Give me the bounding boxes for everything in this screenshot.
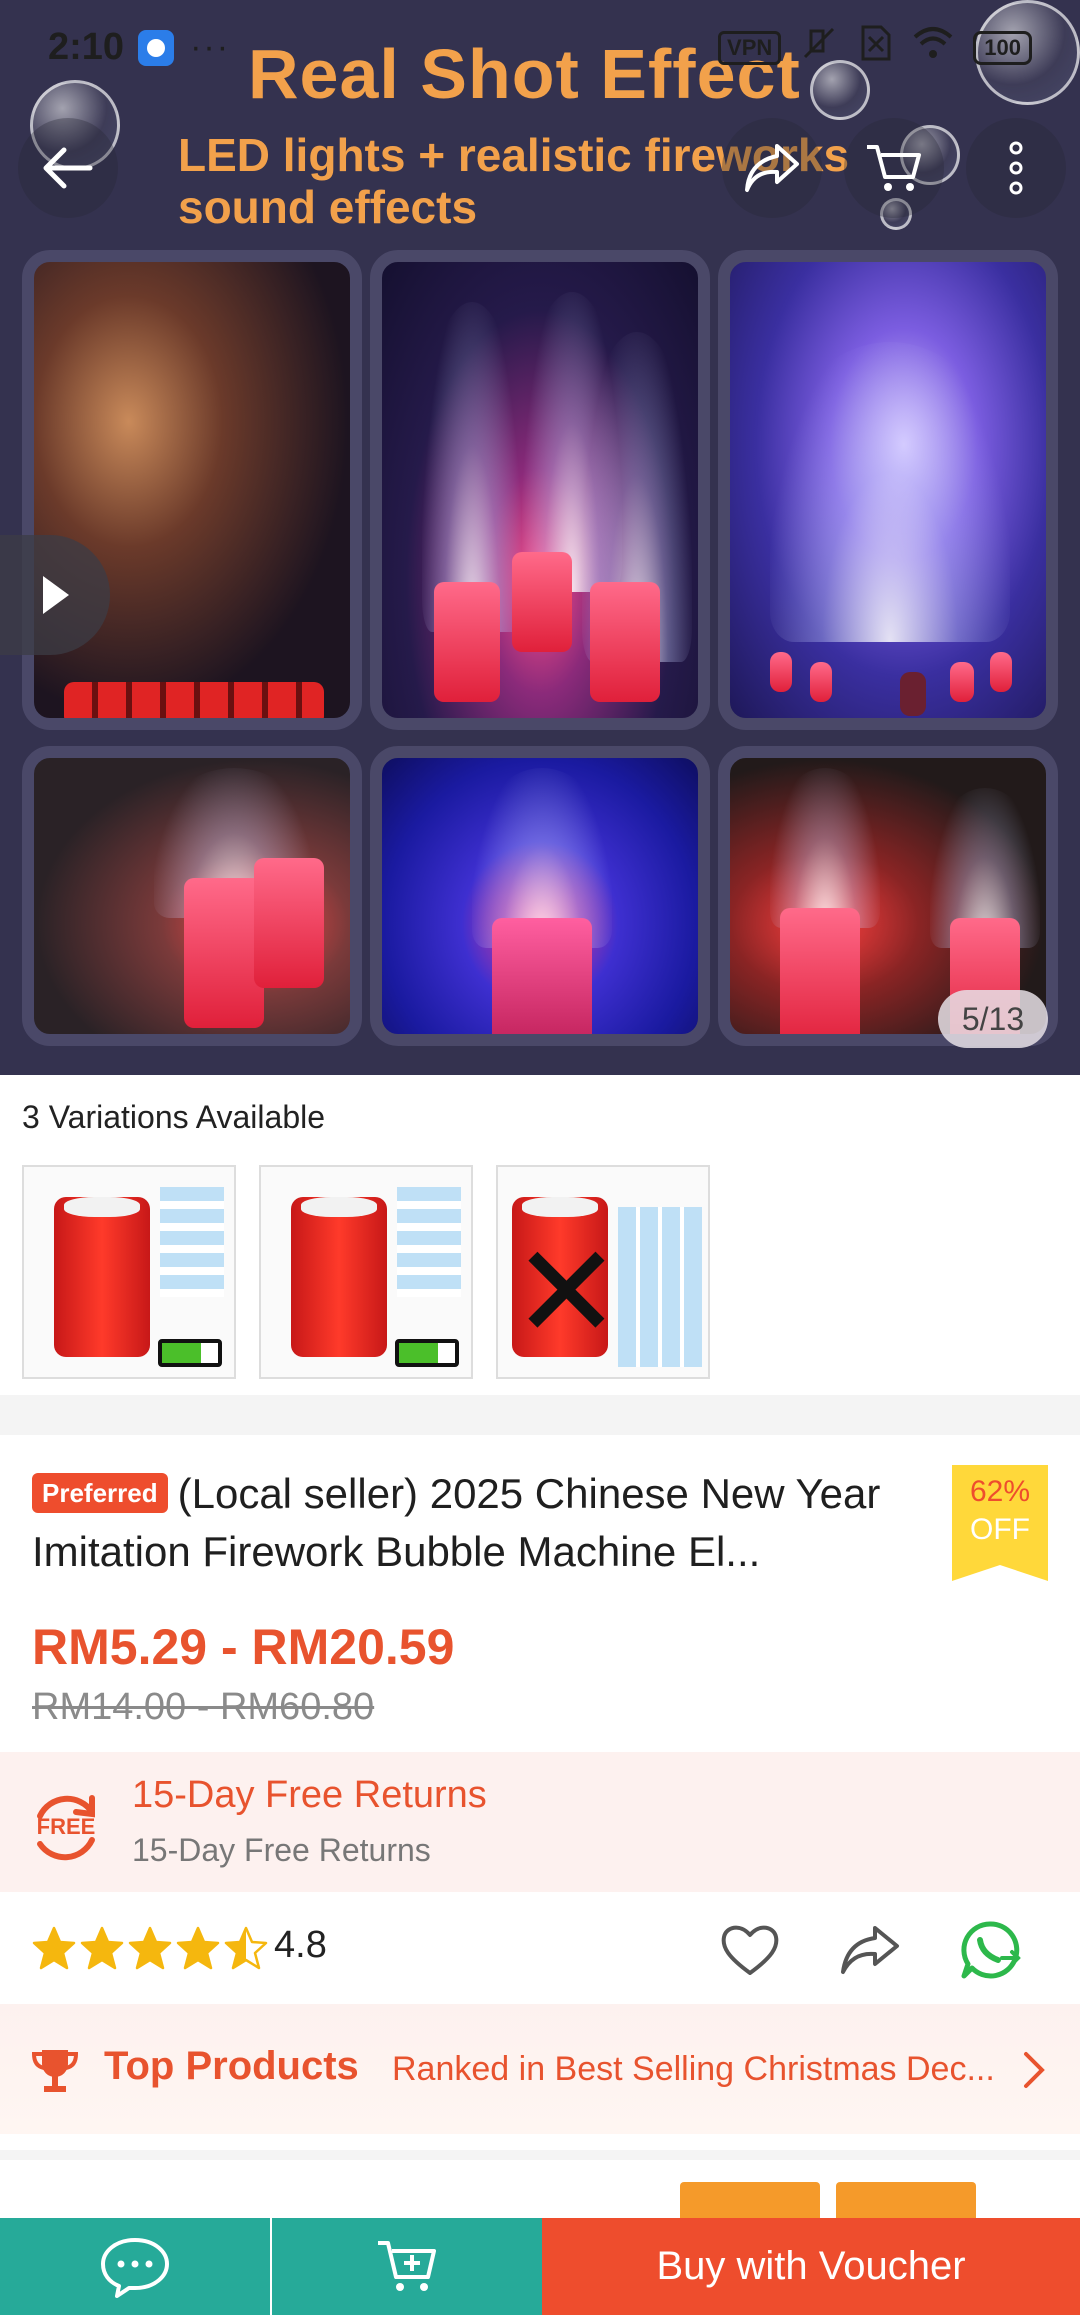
rating-value: 4.8 (274, 1924, 327, 1966)
bubble-pack-image (397, 1187, 461, 1297)
spare-bubble-packs-image (618, 1207, 702, 1367)
chevron-right-icon (1022, 2050, 1046, 2095)
whatsapp-icon (961, 1921, 1021, 1979)
discount-label: OFF (970, 1513, 1030, 1546)
shop-voucher-row[interactable] (0, 2150, 1080, 2222)
product-page: 2:10 ··· VPN 100 Real Shot Effect LED li… (0, 0, 1080, 2315)
more-options-button[interactable] (966, 118, 1066, 218)
variation-thumb-3[interactable]: ✕ (496, 1165, 710, 1379)
share-product-button[interactable] (838, 1918, 902, 1982)
back-button[interactable] (18, 118, 118, 218)
chat-button[interactable] (0, 2218, 270, 2315)
star-icon (80, 1926, 124, 1970)
trophy-icon (31, 2046, 79, 2101)
product-can-image (291, 1197, 387, 1357)
star-rating (32, 1926, 268, 1970)
wifi-icon (911, 25, 955, 71)
photo-tile (718, 250, 1058, 730)
photo-tile (370, 746, 710, 1046)
no-sim-icon (857, 23, 893, 73)
preferred-badge: Preferred (32, 1473, 168, 1513)
more-notifications-icon: ··· (190, 28, 231, 66)
free-icon-text: FREE (37, 1814, 96, 1839)
discount-badge: 62% OFF (952, 1465, 1048, 1581)
variations-title: 3 Variations Available (22, 1099, 326, 1135)
favorite-button[interactable] (718, 1918, 782, 1982)
image-counter: 5/13 (938, 990, 1048, 1048)
returns-subtitle: 15-Day Free Returns (132, 1832, 431, 1868)
top-products-label: Top Products (104, 2044, 359, 2088)
returns-title: 15-Day Free Returns (132, 1774, 487, 1816)
cart-icon (867, 145, 921, 191)
heart-icon (721, 1925, 779, 1975)
product-title: Preferred (Local seller) 2025 Chinese New… (32, 1465, 952, 1581)
product-can-image (54, 1197, 150, 1357)
star-icon (128, 1926, 172, 1970)
section-divider (0, 1395, 1080, 1435)
app-notification-icon (138, 29, 175, 66)
battery-icon: 100 (973, 30, 1032, 65)
photo-tile (22, 250, 362, 730)
mute-icon (799, 23, 839, 73)
back-arrow-icon (43, 147, 93, 189)
whatsapp-share-button[interactable] (958, 1918, 1022, 1982)
play-icon (43, 576, 69, 614)
photo-tile (370, 250, 710, 730)
hero-subtitle-line-2: sound effects (178, 181, 478, 233)
status-time: 2:10 (48, 26, 125, 68)
voucher-chip[interactable] (836, 2182, 976, 2222)
variations-section: 3 Variations Available ✕ (0, 1075, 1080, 1395)
share-icon (745, 144, 799, 192)
bubble-pack-image (160, 1187, 224, 1297)
add-to-cart-icon (378, 2240, 436, 2291)
share-button[interactable] (722, 118, 822, 218)
rating-row: 4.8 (0, 1892, 1080, 2004)
cart-button[interactable] (844, 118, 944, 218)
cross-mark-icon: ✕ (512, 1219, 621, 1365)
top-products-ranking: Ranked in Best Selling Christmas Dec... (392, 2050, 995, 2088)
bottom-action-bar: Buy with Voucher (0, 2218, 1080, 2315)
voucher-chip[interactable] (680, 2182, 820, 2222)
star-icon (224, 1926, 268, 1970)
variation-thumb-1[interactable] (22, 1165, 236, 1379)
variation-thumb-2[interactable] (259, 1165, 473, 1379)
free-returns-icon: FREE (26, 1786, 106, 1866)
share-arrow-icon (841, 1926, 899, 1974)
free-returns-banner[interactable]: FREE 15-Day Free Returns 15-Day Free Ret… (0, 1752, 1080, 1892)
top-products-banner[interactable]: Top Products Ranked in Best Selling Chri… (0, 2004, 1080, 2134)
battery-image (158, 1339, 222, 1367)
hero-image-gallery[interactable]: 2:10 ··· VPN 100 Real Shot Effect LED li… (0, 0, 1080, 1075)
battery-image (395, 1339, 459, 1367)
price-range: RM5.29 - RM20.59 (32, 1619, 455, 1675)
status-icons: VPN 100 (718, 23, 1032, 73)
status-bar: 2:10 ··· VPN 100 (0, 0, 1080, 95)
discount-percent: 62% (969, 1475, 1031, 1508)
star-icon (32, 1926, 76, 1970)
buy-with-voucher-button[interactable]: Buy with Voucher (542, 2218, 1080, 2315)
star-icon (176, 1926, 220, 1970)
vpn-icon: VPN (718, 30, 782, 65)
add-to-cart-button[interactable] (272, 2218, 542, 2315)
original-price: RM14.00 - RM60.80 (32, 1686, 375, 1728)
more-vertical-icon (1009, 141, 1023, 195)
chat-icon (101, 2237, 169, 2298)
photo-tile (22, 746, 362, 1046)
